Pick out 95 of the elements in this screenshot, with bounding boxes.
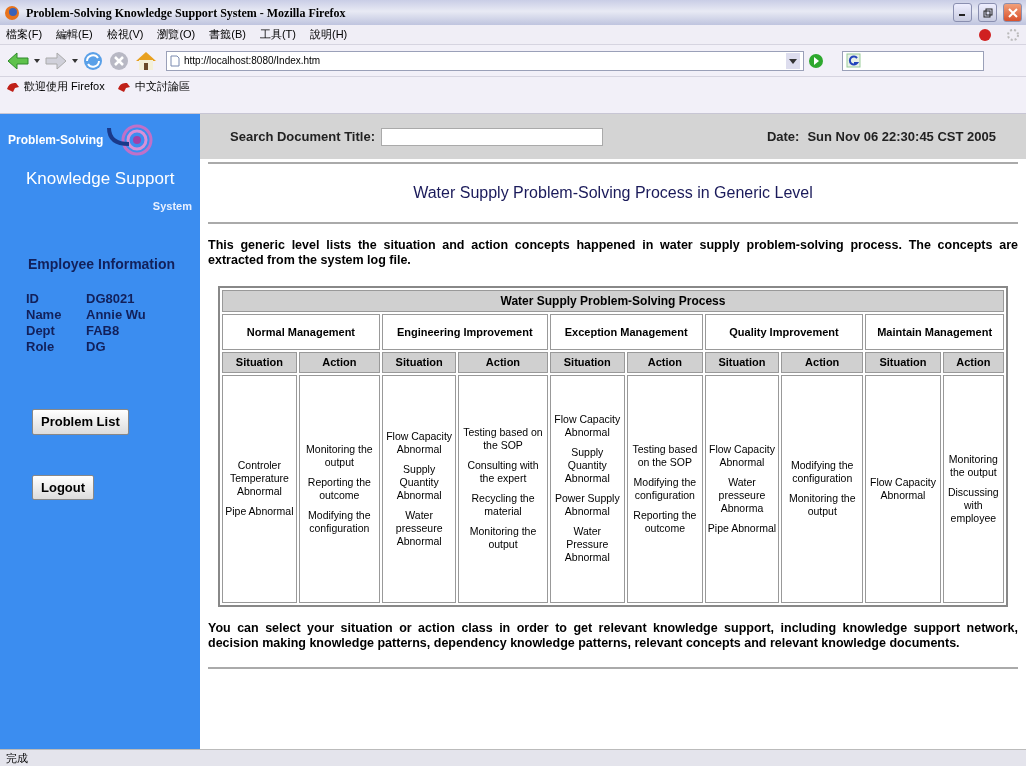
concept-link[interactable]: Modifying the configuration [628,475,701,502]
concept-link[interactable]: Power Supply Abnormal [551,492,623,518]
close-icon [1007,7,1018,18]
concept-link[interactable]: Monitoring the output [783,492,862,518]
concept-link[interactable]: Testing based on the SOP [628,442,701,469]
concept-link[interactable]: Pipe Abnormal [706,521,778,535]
field-value: FAB8 [86,323,120,339]
column-header: Situation [704,352,780,373]
column-header: Situation [865,352,941,373]
help-paragraph: You can select your situation or action class in order to get relevant knowledge support, including knowledge support network, decision making knowledge patterns, dependency knowledge patterns, relevant concepts and relevant knowledge documents. [208,620,1018,651]
menu-item[interactable]: 說明(H) [310,26,348,43]
menu-item[interactable]: 工具(T) [259,26,296,43]
concept-link[interactable]: Supply Quantity Abnormal [551,446,623,485]
menu-item[interactable]: 瀏覽(O) [157,26,196,43]
home-icon[interactable] [134,49,158,72]
field-label: Name [26,307,63,323]
column-header: Situation [549,352,625,373]
concept-link[interactable]: Water presseure Abnorma [706,475,778,515]
activity-throbber-icon [1006,27,1020,42]
concept-link[interactable]: Monitoring the output [300,442,378,469]
column-header: Action [942,352,1004,373]
concept-link[interactable]: Recycling the material [460,492,546,518]
concept-link[interactable]: Monitoring the output [944,452,1002,479]
address-field[interactable]: http://localhost:8080/Index.htm [166,50,804,71]
column-header: Action [626,352,703,373]
field-label: ID [26,291,40,307]
menu-item[interactable]: 書籤(B) [209,26,246,43]
concept-link[interactable]: Monitoring the output [460,525,546,551]
menu-item[interactable]: 檔案(F) [6,26,43,43]
menu-item[interactable]: 編輯(E) [56,26,93,43]
search-engine-icon[interactable] [846,52,862,69]
field-value: Annie Wu [86,307,146,323]
bookmark-icon [6,80,20,93]
concept-link[interactable]: Modifying the configuration [783,459,862,485]
field-label: Role [26,339,56,355]
dropdown-caret-icon[interactable] [72,57,78,64]
bookmark-link[interactable]: 歡迎使用 Firefox [24,78,105,95]
page-heading: Water Supply Problem-Solving Process in Generic Level [412,183,814,203]
restore-button[interactable] [978,3,997,22]
concept-link[interactable]: Water Pressure Abnormal [551,525,623,564]
concept-link[interactable]: Consulting with the expert [460,459,546,485]
window-title: Problem-Solving Knowledge Support System - Mozilla Firefox [26,4,347,22]
concept-link[interactable]: Supply Quantity Abnormal [383,462,455,502]
concept-link[interactable]: Modifying the configuration [300,508,378,535]
concept-link[interactable]: Flow Capacity Abnormal [706,442,778,469]
concept-link[interactable]: Testing based on the SOP [460,426,546,452]
restore-icon [982,7,993,18]
close-button[interactable] [1003,3,1022,22]
column-header: Situation [381,352,457,373]
field-value: DG [86,339,106,355]
column-header: Action [298,352,380,373]
search-label: Search Document Title: [230,127,375,146]
concept-link[interactable]: Flow Capacity Abnormal [551,413,623,439]
field-value: DG8021 [86,291,135,307]
date-label: Date: [766,127,800,146]
section-heading: Employee Information [28,255,177,274]
intro-paragraph: This generic level lists the situation and action concepts happened in water supply problem-solving process. The concepts are extracted from the system log file. [208,238,1018,268]
minimize-button[interactable] [953,3,972,22]
concept-link[interactable]: Water presseure Abnormal [383,508,455,548]
bookmark-link[interactable]: 中文討論區 [134,78,190,95]
concept-link[interactable]: Reporting the outcome [628,508,701,535]
column-group-header: Normal Management [222,314,380,350]
column-group-header: Exception Management [549,314,703,350]
field-label: Dept [26,323,56,339]
column-header: Situation [222,352,297,373]
dropdown-caret-icon[interactable] [786,52,800,69]
subtitle: System [151,198,192,214]
brand-name: Problem-Solving [8,132,104,149]
menu-item[interactable]: 檢視(V) [106,26,144,43]
concept-link[interactable]: Pipe Abnormal [224,505,295,518]
concept-link[interactable]: Flow Capacity Abnormal [383,429,455,456]
dropdown-caret-icon[interactable] [34,57,40,64]
status-text: 完成 [6,752,28,764]
page-icon [170,54,180,67]
alert-icon [978,27,992,42]
column-group-header: Quality Improvement [704,314,864,350]
go-icon[interactable] [808,52,824,69]
search-field[interactable] [842,50,984,71]
bookmark-icon [116,80,131,93]
search-field[interactable] [380,127,603,146]
menu-button[interactable]: Logout [32,474,95,500]
concept-link[interactable]: Reporting the outcome [300,475,378,502]
spiral-logo-icon [107,124,154,156]
menu-button[interactable]: Problem List [32,409,129,435]
column-header: Action [458,352,548,373]
concept-link[interactable]: Discussing with employee [944,485,1002,525]
column-group-header: Maintain Management [865,314,1004,350]
concept-link[interactable]: Flow Capacity Abnormal [867,475,939,502]
table-title: Water Supply Problem-Solving Process [222,290,1004,312]
column-group-header: Engineering Improvement [381,314,548,350]
subtitle: Knowledge Support [26,168,176,190]
column-header: Action [781,352,864,373]
browser-logo-icon [4,4,20,21]
date-value: Sun Nov 06 22:30:45 CST 2005 [807,127,996,146]
concept-link[interactable]: Controler Temperature Abnormal [224,459,295,498]
